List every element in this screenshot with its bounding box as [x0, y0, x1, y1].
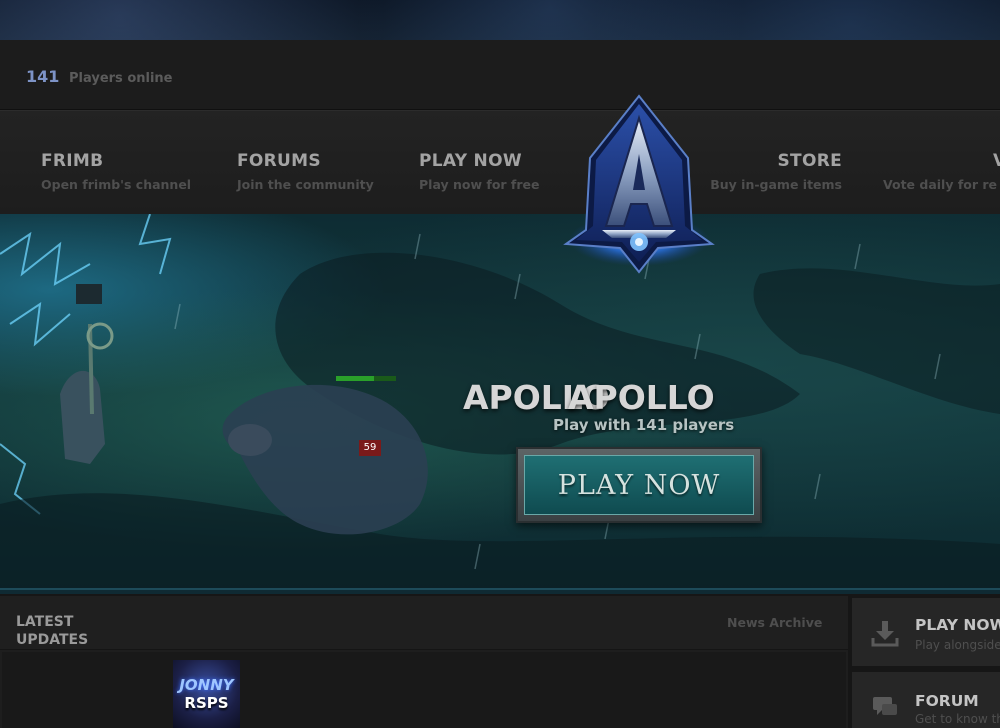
nav-item-title: PLAY NOW — [419, 151, 522, 171]
thumbnail-text-bottom: RSPS — [184, 694, 229, 712]
news-archive-link[interactable]: News Archive — [727, 615, 822, 630]
nav-item-store[interactable]: STORE Buy in-game items — [705, 151, 842, 192]
nav-item-forums[interactable]: FORUMS Join the community — [237, 151, 374, 192]
sidebar-card-title: PLAY NOW — [915, 616, 1000, 634]
nav-item-subtitle: Buy in-game items — [710, 177, 842, 192]
sidebar-card-title: FORUM — [915, 692, 979, 710]
sidebar-card-subtitle: Get to know th — [915, 712, 1000, 726]
nav-item-vote[interactable]: V Vote daily for re — [883, 151, 1000, 192]
sidebar-card-play-now[interactable]: PLAY NOW Play alongside — [852, 598, 1000, 666]
nav-item-play-now[interactable]: PLAY NOW Play now for free — [419, 151, 539, 192]
top-banner-strip — [0, 0, 1000, 40]
nav-item-subtitle: Open frimb's channel — [41, 177, 192, 192]
play-now-button-label: PLAY NOW — [524, 455, 754, 515]
hero-subtitle: Play with 141 players — [553, 416, 735, 434]
play-now-button[interactable]: PLAY NOW — [516, 447, 762, 523]
download-icon — [871, 621, 899, 647]
npc-hitsplat: 59 — [359, 440, 381, 456]
nav-item-title: V — [993, 151, 1000, 171]
news-thumbnail[interactable]: JONNY RSPS — [173, 660, 240, 728]
chat-icon — [873, 697, 897, 715]
nav-item-title: STORE — [777, 151, 842, 171]
nav-item-frimb[interactable]: FRIMB Open frimb's channel — [41, 151, 191, 192]
sidebar-card-subtitle: Play alongside — [915, 638, 1000, 652]
sidebar-card-forum[interactable]: FORUM Get to know th — [852, 672, 1000, 728]
thumbnail-text-top: JONNY — [179, 676, 234, 694]
nav-item-subtitle: Join the community — [237, 177, 374, 192]
players-online-label: Players online — [69, 71, 173, 86]
apollo-logo[interactable] — [562, 92, 716, 276]
hero-divider — [0, 588, 1000, 594]
hero-title: APOLLO — [568, 378, 715, 417]
nav-item-title: FORUMS — [237, 151, 321, 171]
nav-item-title: FRIMB — [41, 151, 104, 171]
nav-item-subtitle: Vote daily for re — [883, 177, 998, 192]
latest-updates-title: LATEST UPDATES — [16, 614, 89, 648]
nav-item-subtitle: Play now for free — [419, 177, 540, 192]
latest-updates-body — [2, 652, 846, 728]
players-online-count: 141 — [26, 67, 60, 86]
